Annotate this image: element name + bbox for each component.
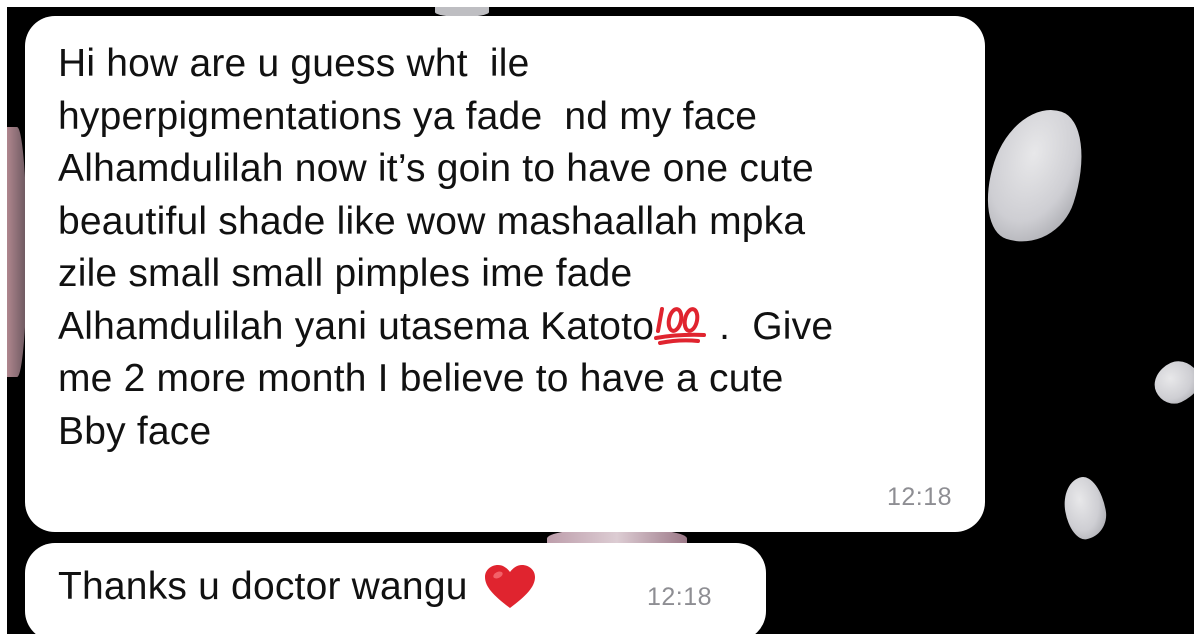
flower-petal bbox=[1147, 354, 1194, 410]
hundred-points-icon bbox=[654, 301, 708, 345]
message-timestamp: 12:18 bbox=[647, 583, 713, 611]
message-bubble[interactable]: Thanks u doctor wangu 12:18 bbox=[25, 543, 766, 641]
message-text: Hi how are u guess wht ile hyperpigmenta… bbox=[58, 38, 938, 458]
message-bubble[interactable]: Hi how are u guess wht ile hyperpigmenta… bbox=[25, 16, 985, 532]
message-timestamp: 12:18 bbox=[886, 483, 952, 511]
red-heart-icon bbox=[484, 564, 536, 610]
flower-petal bbox=[972, 96, 1100, 256]
message-row: Thanks u doctor wangu bbox=[58, 561, 736, 614]
flower-petal bbox=[1059, 473, 1111, 543]
message-text: Thanks u doctor wangu bbox=[58, 565, 468, 608]
flower-petal bbox=[7, 127, 27, 377]
